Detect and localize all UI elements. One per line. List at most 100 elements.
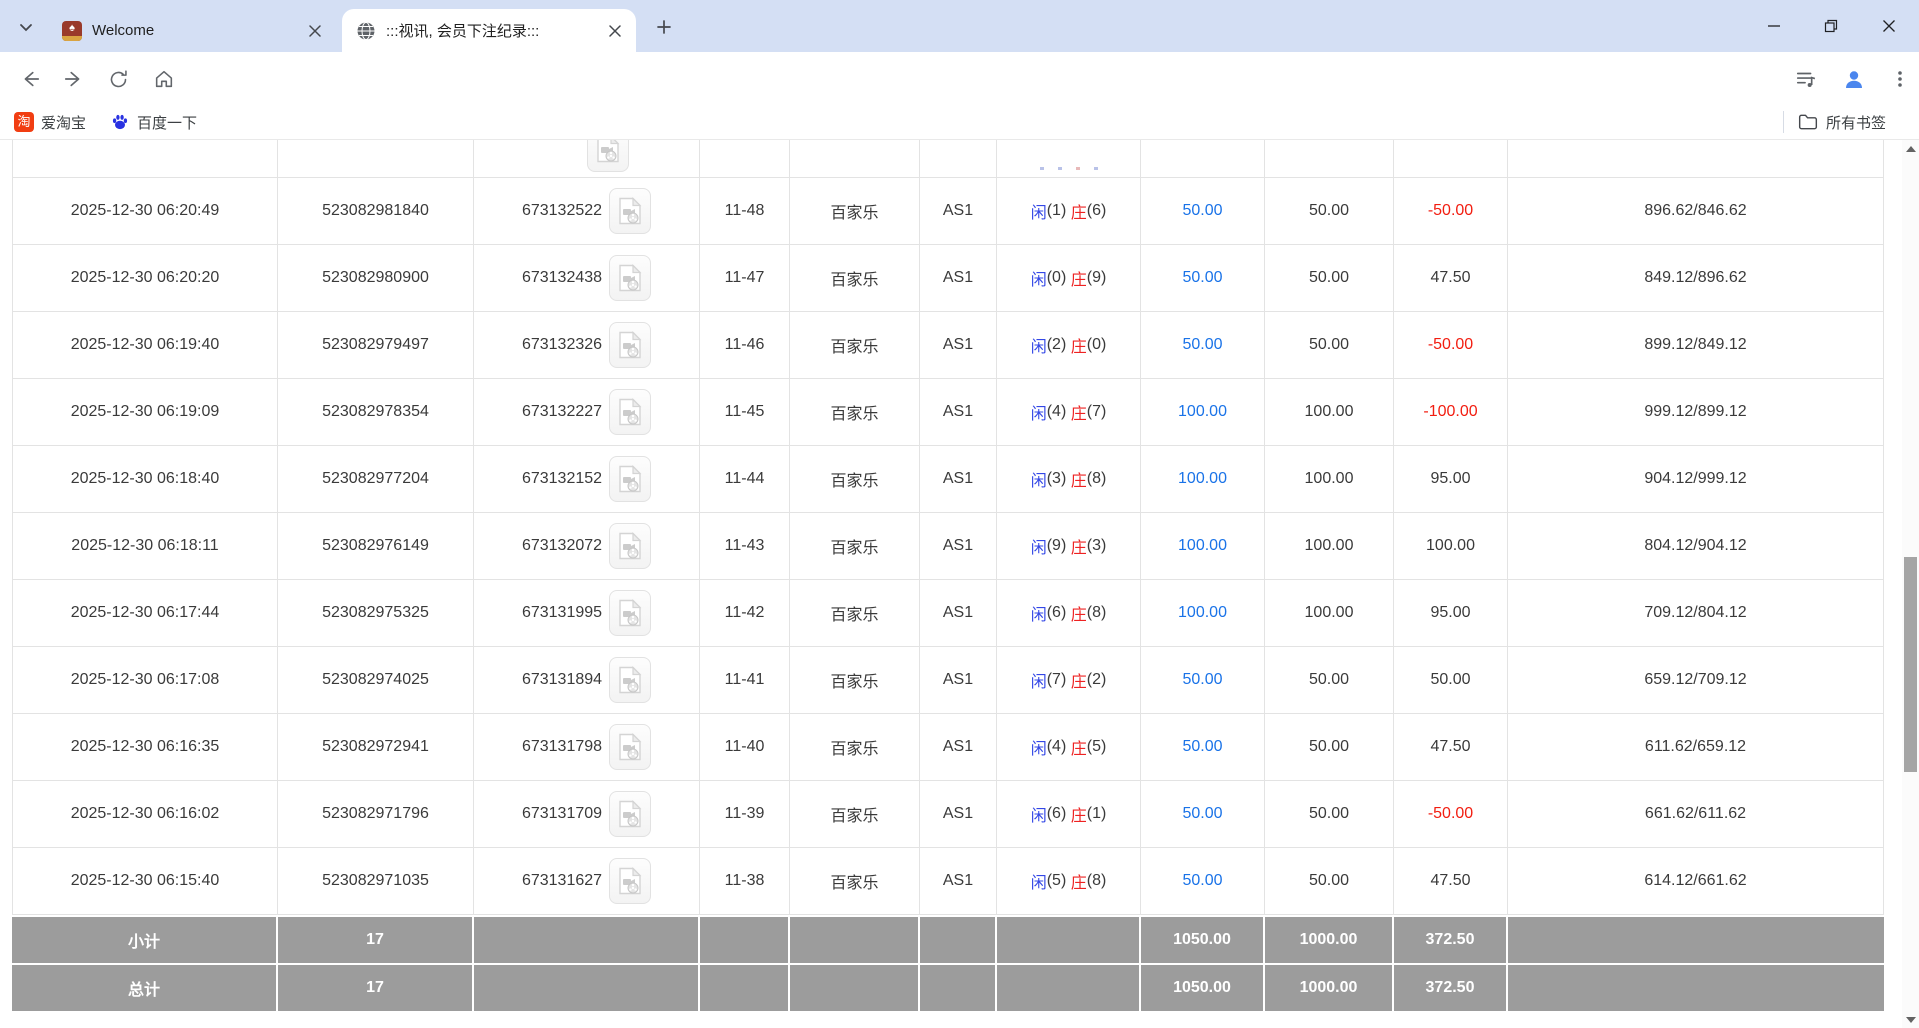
game-id-text: 673131709 xyxy=(522,805,602,823)
video-record-button[interactable] xyxy=(609,791,651,837)
cell-winloss: 95.00 xyxy=(1394,446,1508,512)
video-record-button[interactable] xyxy=(609,188,651,234)
cell-bet-amount[interactable]: 50.00 xyxy=(1141,178,1265,244)
window-close-button[interactable] xyxy=(1874,12,1904,40)
video-record-button[interactable] xyxy=(609,456,651,502)
bookmarks-divider xyxy=(1783,111,1784,133)
cell-bet-id xyxy=(278,140,474,177)
profile-avatar-icon[interactable] xyxy=(1838,63,1870,95)
game-id-text: 673131627 xyxy=(522,872,602,890)
reload-button[interactable] xyxy=(102,63,134,95)
cell-table: AS1 xyxy=(920,446,997,512)
cell-bet-amount[interactable]: 50.00 xyxy=(1141,647,1265,713)
bookmark-baidu[interactable]: 百度一下 xyxy=(104,109,203,135)
game-id-text: 673132227 xyxy=(522,403,602,421)
scrollbar-thumb[interactable] xyxy=(1904,557,1917,772)
cell-game-id: 673132072 xyxy=(474,513,700,579)
tab-welcome[interactable]: ♠ Welcome xyxy=(48,9,336,52)
player-points: (6) xyxy=(1047,604,1071,622)
footer-valid: 1000.00 xyxy=(1265,917,1394,963)
table-row: 2025-12-30 06:20:20523082980900673132438… xyxy=(12,245,1884,312)
table-row: 2025-12-30 06:20:49523082981840673132522… xyxy=(12,178,1884,245)
scroll-down-icon[interactable] xyxy=(1902,1011,1919,1028)
bookmark-taobao[interactable]: 淘 爱淘宝 xyxy=(8,109,92,135)
bet-amount-link[interactable]: 50.00 xyxy=(1182,202,1222,220)
video-record-button[interactable] xyxy=(609,389,651,435)
cell-bet-amount[interactable]: 50.00 xyxy=(1141,781,1265,847)
video-record-button[interactable] xyxy=(609,657,651,703)
bet-amount-link[interactable]: 100.00 xyxy=(1178,470,1227,488)
game-id-text: 673132522 xyxy=(522,202,602,220)
back-button[interactable] xyxy=(14,63,46,95)
tab-close-icon[interactable] xyxy=(606,22,624,40)
cell-bet-amount[interactable]: 100.00 xyxy=(1141,446,1265,512)
scroll-up-icon[interactable] xyxy=(1902,140,1919,157)
cell-bet-amount[interactable]: 100.00 xyxy=(1141,513,1265,579)
bet-amount-link[interactable]: 50.00 xyxy=(1182,671,1222,689)
player-label: 闲 xyxy=(1031,199,1047,223)
cell-winloss: -50.00 xyxy=(1394,178,1508,244)
cell-bet-amount[interactable]: 50.00 xyxy=(1141,312,1265,378)
cell-bet-amount[interactable]: 50.00 xyxy=(1141,714,1265,780)
cell-table: AS1 xyxy=(920,781,997,847)
game-id-text: 673132438 xyxy=(522,269,602,287)
table-row: 2025-12-30 06:16:35523082972941673131798… xyxy=(12,714,1884,781)
cell-game-id: 673131798 xyxy=(474,714,700,780)
cell-balance: 904.12/999.12 xyxy=(1508,446,1884,512)
banker-label: 庄 xyxy=(1071,534,1087,558)
player-label: 闲 xyxy=(1031,802,1047,826)
tab-search-chevron-icon[interactable] xyxy=(14,15,38,39)
cell-bet-amount[interactable]: 100.00 xyxy=(1141,379,1265,445)
cell-game-name: 百家乐 xyxy=(790,714,920,780)
table-row: 2025-12-30 06:15:40523082971035673131627… xyxy=(12,848,1884,915)
table-row: 2025-12-30 06:18:40523082977204673132152… xyxy=(12,446,1884,513)
cell-round: 11-41 xyxy=(700,647,790,713)
home-button[interactable] xyxy=(148,63,180,95)
window-restore-button[interactable] xyxy=(1816,12,1846,40)
video-record-button[interactable] xyxy=(609,523,651,569)
video-record-button[interactable] xyxy=(609,858,651,904)
cell-valid-amount: 50.00 xyxy=(1265,848,1394,914)
vertical-scrollbar[interactable] xyxy=(1902,140,1919,1028)
bet-amount-link[interactable]: 100.00 xyxy=(1178,403,1227,421)
game-id-text: 673131798 xyxy=(522,738,602,756)
new-tab-button[interactable] xyxy=(652,15,676,39)
cell-table: AS1 xyxy=(920,178,997,244)
bet-amount-link[interactable]: 100.00 xyxy=(1178,537,1227,555)
footer-empty xyxy=(474,965,700,1011)
video-record-button[interactable] xyxy=(609,724,651,770)
bet-amount-link[interactable]: 50.00 xyxy=(1182,805,1222,823)
bet-amount-link[interactable]: 100.00 xyxy=(1178,604,1227,622)
bet-amount-link[interactable]: 50.00 xyxy=(1182,336,1222,354)
bet-amount-link[interactable]: 50.00 xyxy=(1182,738,1222,756)
video-record-button[interactable] xyxy=(609,322,651,368)
banker-label: 庄 xyxy=(1071,802,1087,826)
player-points: (6) xyxy=(1047,805,1071,823)
footer-empty xyxy=(790,917,920,963)
cell-bet-amount[interactable]: 100.00 xyxy=(1141,580,1265,646)
bet-amount-link[interactable]: 50.00 xyxy=(1182,269,1222,287)
video-record-button[interactable] xyxy=(609,255,651,301)
window-minimize-button[interactable] xyxy=(1759,12,1789,40)
cell-bet-id: 523082971035 xyxy=(278,848,474,914)
banker-points: (8) xyxy=(1087,470,1107,488)
cell-bet-amount[interactable]: 50.00 xyxy=(1141,848,1265,914)
bet-amount-link[interactable]: 50.00 xyxy=(1182,872,1222,890)
table-row: 2025-12-30 06:19:09523082978354673132227… xyxy=(12,379,1884,446)
player-points: (5) xyxy=(1047,872,1071,890)
tab-close-icon[interactable] xyxy=(306,22,324,40)
cell-round: 11-39 xyxy=(700,781,790,847)
all-bookmarks-button[interactable]: 所有书签 xyxy=(1798,109,1886,135)
banker-points: (8) xyxy=(1087,872,1107,890)
tab-bet-record[interactable]: :::视讯, 会员下注纪录::: xyxy=(342,9,636,52)
cell-game-id: 673132522 xyxy=(474,178,700,244)
player-label: 闲 xyxy=(1031,601,1047,625)
video-record-button[interactable] xyxy=(587,140,629,172)
cell-bet-amount[interactable]: 50.00 xyxy=(1141,245,1265,311)
banker-points: (5) xyxy=(1087,738,1107,756)
browser-menu-icon[interactable] xyxy=(1884,63,1916,95)
video-record-button[interactable] xyxy=(609,590,651,636)
cell-game-name: 百家乐 xyxy=(790,379,920,445)
media-controls-icon[interactable] xyxy=(1790,63,1822,95)
forward-button[interactable] xyxy=(58,63,90,95)
